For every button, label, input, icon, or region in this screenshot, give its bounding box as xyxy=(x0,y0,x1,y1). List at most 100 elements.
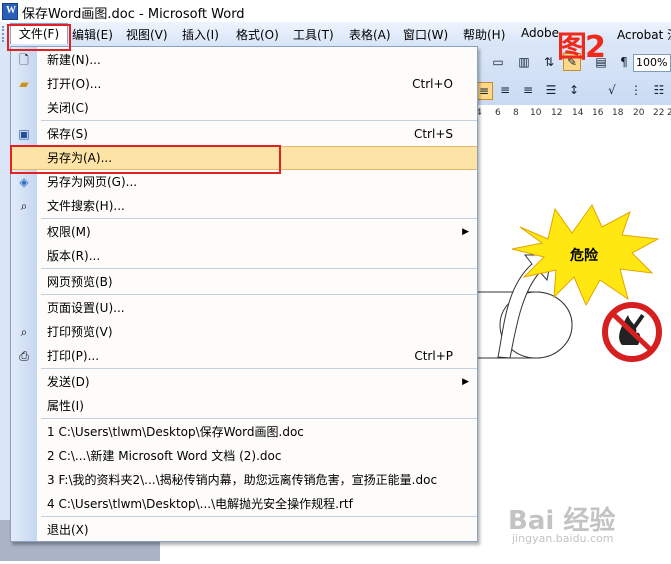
menu-item-properties[interactable]: 属性(I) xyxy=(11,394,477,418)
menu-separator xyxy=(41,516,477,517)
menu-item-open[interactable]: ▰ 打开(O)... Ctrl+O xyxy=(11,72,477,96)
menu-item-label: 退出(X) xyxy=(47,523,89,537)
ruler-tick: 16 xyxy=(592,108,604,118)
menu-separator xyxy=(41,418,477,419)
annotation-highlight-file-menu xyxy=(7,24,71,51)
menu-item-page-setup[interactable]: 页面设置(U)... xyxy=(11,296,477,320)
menu-acrobat-comments[interactable]: Acrobat 注 xyxy=(617,26,671,43)
align-icon[interactable]: ▭ xyxy=(490,54,506,70)
file-menu-dropdown: 🗋 新建(N)... ▰ 打开(O)... Ctrl+O 关闭(C) ▣ 保存(… xyxy=(10,46,478,542)
print-preview-icon: ⌕ xyxy=(20,325,28,339)
justify-icon[interactable]: ☰ xyxy=(543,82,559,98)
menu-item-send[interactable]: 发送(D) ▶ xyxy=(11,370,477,394)
menu-adobe[interactable]: Adobe xyxy=(521,26,559,40)
menu-item-versions[interactable]: 版本(R)... xyxy=(11,244,477,268)
ruler-tick: 20 xyxy=(633,108,645,118)
columns-icon[interactable]: ▥ xyxy=(516,54,532,70)
menu-window[interactable]: 窗口(W) xyxy=(403,26,448,43)
menu-item-exit[interactable]: 退出(X) xyxy=(11,518,477,542)
equation-icon[interactable]: √ xyxy=(604,82,620,98)
menu-item-label: 打印(P)... xyxy=(47,349,100,363)
menu-format[interactable]: 格式(O) xyxy=(236,26,279,43)
menu-item-label: 3 F:\我的资料夹2\...\揭秘传销内幕，助您远离传销危害，宣扬正能量.do… xyxy=(47,473,438,487)
menu-item-label: 属性(I) xyxy=(47,399,84,413)
open-folder-icon: ▰ xyxy=(19,77,29,91)
ruler-tick: 12 xyxy=(551,108,563,118)
menu-separator xyxy=(41,368,477,369)
show-hide-icon[interactable]: ¶ xyxy=(616,54,632,70)
menu-item-label: 打印预览(V) xyxy=(47,325,113,339)
menu-item-print[interactable]: ⎙ 打印(P)... Ctrl+P xyxy=(11,344,477,368)
menu-item-label: 页面设置(U)... xyxy=(47,301,125,315)
ruler-tick: 10 xyxy=(530,108,542,118)
menu-item-label: 文件搜索(H)... xyxy=(47,199,125,213)
baidu-watermark-url: jingyan.baidu.com xyxy=(512,532,614,545)
menu-item-shortcut: Ctrl+S xyxy=(413,127,453,141)
menu-item-shortcut: Ctrl+P xyxy=(414,349,453,363)
save-as-web-icon: ◈ xyxy=(19,175,29,189)
ruler-tick: 18 xyxy=(612,108,624,118)
line-spacing-icon[interactable]: ↕ xyxy=(566,82,582,98)
numbering-icon[interactable]: ☷ xyxy=(651,82,667,98)
menu-item-label: 打开(O)... xyxy=(47,77,102,91)
print-icon: ⎙ xyxy=(19,349,29,363)
menu-item-permissions[interactable]: 权限(M) ▶ xyxy=(11,220,477,244)
menu-item-file-search[interactable]: ⌕ 文件搜索(H)... xyxy=(11,194,477,218)
menu-item-label: 权限(M) xyxy=(47,225,91,239)
ruler-tick: 14 xyxy=(572,108,584,118)
recent-file-4[interactable]: 4 C:\Users\tlwm\Desktop\...\电解抛光安全操作规程.r… xyxy=(11,492,477,516)
menu-item-label: 发送(D) xyxy=(47,375,90,389)
menu-item-label: 版本(R)... xyxy=(47,249,101,263)
zoom-box[interactable]: 100% xyxy=(633,54,671,72)
menu-item-web-preview[interactable]: 网页预览(B) xyxy=(11,270,477,294)
menu-item-label: 网页预览(B) xyxy=(47,275,113,289)
menu-item-label: 2 C:\...\新建 Microsoft Word 文档 (2).doc xyxy=(47,449,282,463)
ruler-tick: 22 xyxy=(653,108,665,118)
menu-separator xyxy=(41,120,477,121)
menu-item-label: 保存(S) xyxy=(47,127,88,141)
save-icon: ▣ xyxy=(18,127,30,141)
menu-tools[interactable]: 工具(T) xyxy=(293,26,334,43)
ruler-tick: 24 xyxy=(667,108,671,118)
menu-item-close[interactable]: 关闭(C) xyxy=(11,96,477,120)
menu-item-label: 关闭(C) xyxy=(47,101,89,115)
menu-item-print-preview[interactable]: ⌕ 打印预览(V) xyxy=(11,320,477,344)
submenu-arrow-icon: ▶ xyxy=(462,377,469,387)
recent-file-1[interactable]: 1 C:\Users\tlwm\Desktop\保存Word画图.doc xyxy=(11,420,477,444)
no-fire-sign[interactable] xyxy=(602,302,662,362)
file-search-icon: ⌕ xyxy=(20,199,28,213)
title-bar: W 保存Word画图.doc - Microsoft Word xyxy=(0,0,671,22)
left-strip xyxy=(0,47,10,561)
menu-separator xyxy=(41,294,477,295)
submenu-arrow-icon: ▶ xyxy=(462,227,469,237)
menu-view[interactable]: 视图(V) xyxy=(126,26,168,43)
annotation-highlight-save-as xyxy=(10,145,281,174)
window-title: 保存Word画图.doc - Microsoft Word xyxy=(22,7,245,22)
menu-item-label: 1 C:\Users\tlwm\Desktop\保存Word画图.doc xyxy=(47,425,304,439)
menu-item-label: 4 C:\Users\tlwm\Desktop\...\电解抛光安全操作规程.r… xyxy=(47,497,353,511)
menu-item-label: 新建(N)... xyxy=(47,53,101,67)
figure-label: 图2 xyxy=(557,30,606,65)
word-app-icon[interactable]: W xyxy=(2,3,18,20)
align-right-icon[interactable]: ≡ xyxy=(520,82,536,98)
cylinder-shape[interactable] xyxy=(474,291,573,359)
ruler-tick: 6 xyxy=(495,108,501,118)
sort-icon[interactable]: ⇅ xyxy=(541,54,557,70)
menu-table[interactable]: 表格(A) xyxy=(349,26,391,43)
menu-edit[interactable]: 编辑(E) xyxy=(72,26,113,43)
menu-insert[interactable]: 插入(I) xyxy=(182,26,219,43)
menu-separator xyxy=(41,268,477,269)
ruler-tick: 8 xyxy=(513,108,519,118)
bullets-icon[interactable]: ⋮ xyxy=(628,82,644,98)
recent-file-3[interactable]: 3 F:\我的资料夹2\...\揭秘传销内幕，助您远离传销危害，宣扬正能量.do… xyxy=(11,468,477,492)
new-doc-icon: 🗋 xyxy=(19,53,29,67)
menu-item-save[interactable]: ▣ 保存(S) Ctrl+S xyxy=(11,122,477,146)
horizontal-ruler[interactable]: 4 6 8 10 12 14 16 18 20 22 24 xyxy=(470,105,671,128)
menu-item-new[interactable]: 🗋 新建(N)... xyxy=(11,48,477,72)
menu-help[interactable]: 帮助(H) xyxy=(463,26,505,43)
recent-file-2[interactable]: 2 C:\...\新建 Microsoft Word 文档 (2).doc xyxy=(11,444,477,468)
menu-separator xyxy=(41,218,477,219)
align-center-icon[interactable]: ≡ xyxy=(497,82,513,98)
menu-item-shortcut: Ctrl+O xyxy=(412,77,453,91)
burst-text: 危险 xyxy=(569,247,599,264)
